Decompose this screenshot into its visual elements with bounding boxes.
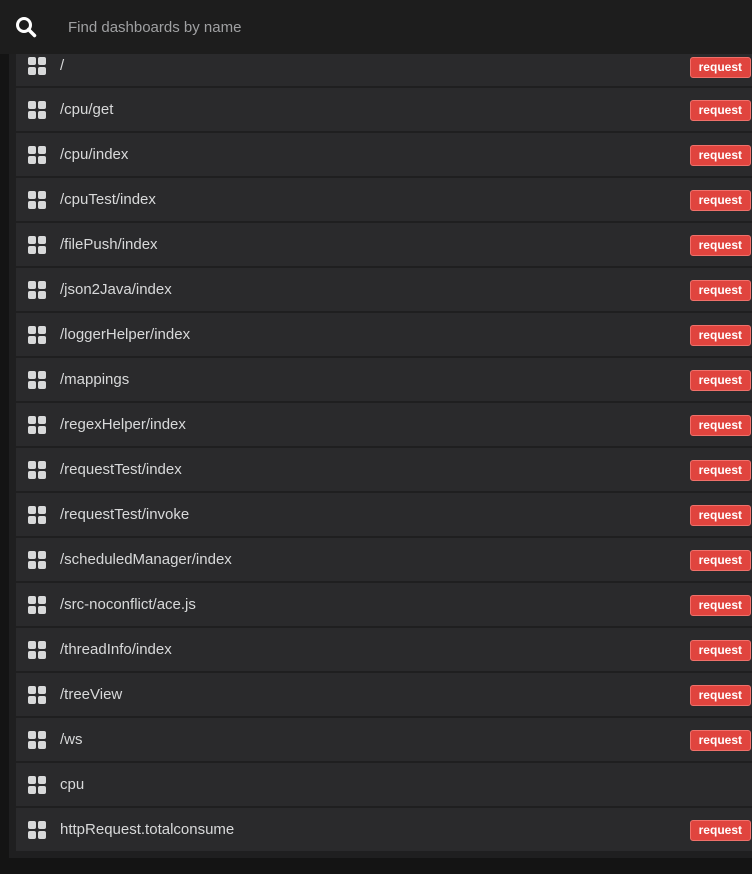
dashboard-row[interactable]: /requestTest/index request (16, 448, 752, 491)
dashboard-row[interactable]: /filePush/index request (16, 223, 752, 266)
dashboard-title: /src-noconflict/ace.js (60, 596, 196, 613)
dashboard-title: httpRequest.totalconsume (60, 821, 235, 838)
dashboard-title: /requestTest/index (60, 461, 182, 478)
dashboard-tag[interactable]: request (689, 505, 751, 526)
dashboard-title: /cpuTest/index (60, 191, 156, 208)
dashboard-row[interactable]: cpu (16, 763, 752, 806)
dashboard-title: /treeView (60, 686, 123, 703)
dashboard-grid-icon (28, 550, 46, 569)
dashboard-title: /mappings (60, 371, 130, 388)
dashboard-title: / (60, 56, 65, 74)
dashboard-grid-icon (28, 820, 46, 839)
dashboard-row[interactable]: /cpu/index request (16, 133, 752, 176)
search-input[interactable] (66, 17, 670, 37)
dashboard-title: /cpu/get (60, 101, 114, 118)
dashboard-grid-icon (28, 235, 46, 254)
dashboard-grid-icon (28, 505, 46, 524)
dashboard-row[interactable]: /scheduledManager/index request (16, 538, 752, 581)
dashboard-title: /ws (60, 731, 83, 748)
search-icon[interactable] (15, 16, 37, 38)
dashboard-row[interactable]: /threadInfo/index request (16, 628, 752, 671)
dashboard-title: /filePush/index (60, 236, 158, 253)
dashboard-tag[interactable]: request (689, 550, 751, 571)
dashboard-tag[interactable]: request (689, 730, 751, 751)
dashboard-tag[interactable]: request (689, 820, 751, 841)
dashboard-title: /threadInfo/index (60, 641, 172, 658)
dashboard-grid-icon (28, 280, 46, 299)
dashboard-row[interactable]: /loggerHelper/index request (16, 313, 752, 356)
dashboard-list: / request/cpu/get request/cpu/index request… (16, 54, 752, 853)
dashboard-grid-icon (28, 415, 46, 434)
dashboard-title: /loggerHelper/index (60, 326, 191, 343)
dashboard-tag[interactable]: request (689, 100, 751, 121)
dashboard-grid-icon (28, 100, 46, 119)
dashboard-grid-icon (28, 460, 46, 479)
dashboard-grid-icon (28, 775, 46, 794)
dashboard-row[interactable]: / request (16, 54, 752, 86)
dashboard-title: /regexHelper/index (60, 416, 186, 433)
dashboard-tag[interactable]: request (689, 57, 751, 78)
dashboard-grid-icon (28, 57, 46, 75)
dashboard-grid-icon (28, 325, 46, 344)
dashboard-tag[interactable]: request (689, 235, 751, 256)
dashboard-row[interactable]: /cpu/get request (16, 88, 752, 131)
dashboard-title: /scheduledManager/index (60, 551, 232, 568)
dashboard-row[interactable]: /requestTest/invoke request (16, 493, 752, 536)
dashboard-tag[interactable]: request (689, 595, 751, 616)
dashboard-grid-icon (28, 145, 46, 164)
dashboard-tag[interactable]: request (689, 460, 751, 481)
dashboard-tag[interactable]: request (689, 370, 751, 391)
dashboard-row[interactable]: /cpuTest/index request (16, 178, 752, 221)
dashboard-tag[interactable]: request (689, 280, 751, 301)
dashboard-grid-icon (28, 640, 46, 659)
dashboard-row[interactable]: /json2Java/index request (16, 268, 752, 311)
dashboard-grid-icon (28, 730, 46, 749)
search-bar (0, 0, 752, 54)
dashboard-tag[interactable]: request (689, 190, 751, 211)
dashboard-row[interactable]: /treeView request (16, 673, 752, 716)
dashboard-grid-icon (28, 595, 46, 614)
dashboard-title: /json2Java/index (60, 281, 172, 298)
dashboard-tag[interactable]: request (689, 640, 751, 661)
dashboard-row[interactable]: /mappings request (16, 358, 752, 401)
search-results-panel: / request/cpu/get request/cpu/index request… (9, 54, 752, 858)
dashboard-row[interactable]: /regexHelper/index request (16, 403, 752, 446)
dashboard-title: cpu (60, 776, 85, 793)
dashboard-tag[interactable]: request (689, 415, 751, 436)
dashboard-row[interactable]: /src-noconflict/ace.js request (16, 583, 752, 626)
dashboard-tag[interactable]: request (689, 325, 751, 346)
dashboard-title: /cpu/index (60, 146, 129, 163)
dashboard-tag[interactable]: request (689, 145, 751, 166)
dashboard-title: /requestTest/invoke (60, 506, 190, 523)
dashboard-grid-icon (28, 190, 46, 209)
dashboard-tag[interactable]: request (689, 685, 751, 706)
dashboard-grid-icon (28, 370, 46, 389)
dashboard-row[interactable]: /ws request (16, 718, 752, 761)
dashboard-row[interactable]: httpRequest.totalconsume request (16, 808, 752, 851)
dashboard-grid-icon (28, 685, 46, 704)
